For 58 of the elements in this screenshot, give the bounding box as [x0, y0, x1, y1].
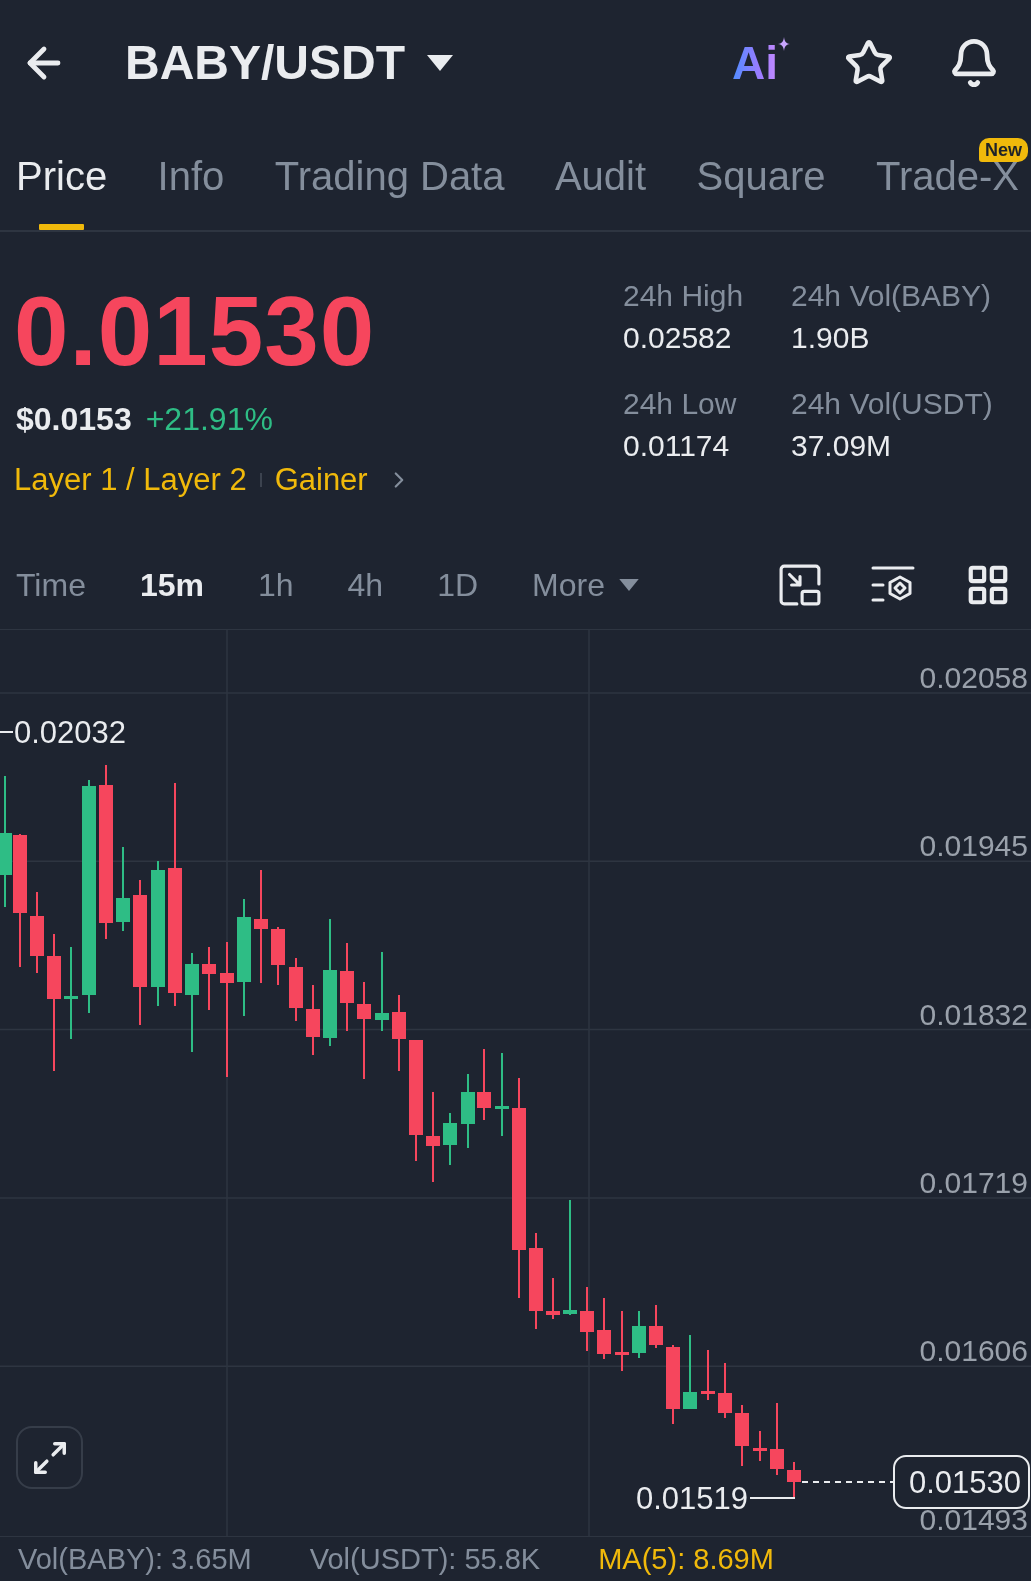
- stat-label: 24h Vol(USDT): [791, 386, 993, 422]
- new-badge: New: [978, 138, 1028, 162]
- stat-value: 0.01174: [623, 428, 731, 464]
- stat-label: 24h Vol(BABY): [791, 278, 993, 314]
- last-price-tag: 0.01530: [893, 1455, 1030, 1509]
- last-price: 0.01530: [14, 282, 377, 380]
- candlestick: [649, 1304, 663, 1349]
- tab[interactable]: Trading Data: [274, 126, 505, 206]
- interval-tab[interactable]: 15m: [139, 562, 204, 607]
- candlestick: [735, 1404, 749, 1467]
- fullscreen-button[interactable]: [16, 1426, 83, 1489]
- tab-indicator: [39, 224, 85, 230]
- candlestick: [202, 946, 216, 1011]
- candlestick: [753, 1430, 767, 1462]
- candlestick: [718, 1362, 732, 1419]
- stat-label: 24h Low: [623, 386, 738, 422]
- usd-price: $0.0153: [16, 400, 132, 439]
- tag-link[interactable]: Layer 1 / Layer 2: [14, 460, 247, 500]
- stat-value: 0.02582: [623, 320, 733, 356]
- tab[interactable]: Audit: [554, 126, 647, 206]
- volume-indicator: MA(5): 8.69M: [598, 1542, 774, 1577]
- stat-label: 24h High: [623, 278, 745, 314]
- tab[interactable]: Price: [16, 126, 108, 230]
- price-change: +21.91%: [145, 400, 273, 439]
- candlestick: [632, 1310, 646, 1359]
- tag-link[interactable]: Gainer: [274, 460, 368, 500]
- candlestick: [597, 1297, 611, 1360]
- candlestick: [289, 957, 303, 1022]
- interval-tab[interactable]: 1D: [437, 562, 479, 607]
- tab[interactable]: Square: [696, 126, 826, 206]
- interval-tab[interactable]: More: [532, 562, 639, 607]
- axis-label: 0.02058: [919, 661, 1028, 694]
- candlestick: [701, 1349, 715, 1401]
- volume-indicator: Vol(USDT): 55.8K: [309, 1542, 541, 1577]
- caret-down-icon: [618, 578, 639, 591]
- candlestick: [615, 1310, 629, 1372]
- indicator-settings-icon[interactable]: [871, 564, 915, 605]
- interval-tab[interactable]: Time: [16, 562, 86, 607]
- candlestick: [546, 1277, 560, 1320]
- interval-tab[interactable]: 4h: [347, 562, 384, 607]
- axis-label: 0.01719: [919, 1165, 1028, 1199]
- stat-value: 1.90B: [791, 320, 871, 356]
- candlestick: [306, 984, 320, 1056]
- stat-value: 37.09M: [791, 428, 893, 464]
- tab[interactable]: Info: [157, 126, 225, 206]
- axis-label: 0.01945: [919, 829, 1028, 863]
- interval-tab[interactable]: 1h: [257, 562, 294, 607]
- sparkle-icon: [778, 37, 790, 51]
- candlestick: [787, 1461, 801, 1499]
- axis-label: 0.01606: [919, 1334, 1028, 1368]
- volume-indicator: Vol(BABY): 3.65M: [18, 1542, 252, 1577]
- picture-in-picture-icon[interactable]: [779, 563, 821, 606]
- axis-label: 0.01832: [919, 997, 1028, 1031]
- caret-down-icon: [427, 55, 453, 71]
- candlestick: [271, 926, 285, 986]
- candlestick: [443, 1112, 457, 1166]
- pair-selector[interactable]: BABY/USDT: [125, 35, 453, 91]
- candlestick: [580, 1286, 594, 1352]
